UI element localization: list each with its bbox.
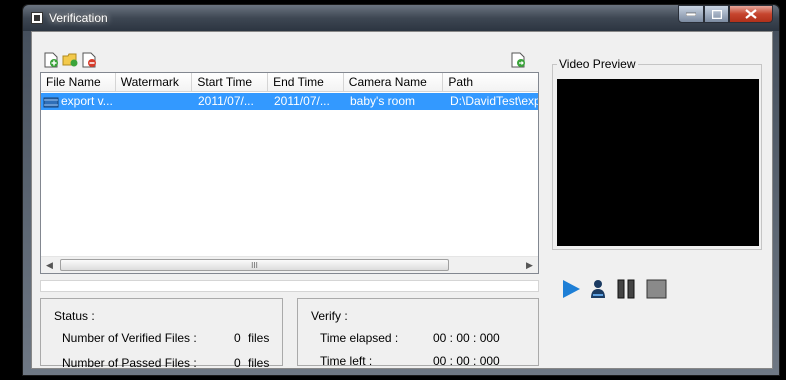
title-bar[interactable]: Verification xyxy=(23,5,779,31)
cell-watermark xyxy=(116,93,193,110)
pause-icon[interactable] xyxy=(617,279,641,302)
export-file-icon[interactable] xyxy=(510,52,526,68)
status-heading: Status : xyxy=(54,309,95,323)
time-left-label: Time left : xyxy=(320,354,373,368)
progress-bar xyxy=(40,280,539,292)
verified-files-value: 0 xyxy=(234,331,241,345)
time-elapsed-label: Time elapsed : xyxy=(320,331,399,345)
passed-files-value: 0 xyxy=(234,356,241,370)
file-list[interactable]: File Name Watermark Start Time End Time … xyxy=(40,72,539,274)
column-header[interactable]: File Name xyxy=(41,73,116,91)
scrollbar-grip: III xyxy=(251,260,258,270)
column-header[interactable]: Watermark xyxy=(116,73,193,91)
client-area: File Name Watermark Start Time End Time … xyxy=(31,31,773,370)
table-header: File Name Watermark Start Time End Time … xyxy=(41,73,538,92)
scroll-right-arrow-icon[interactable]: ▶ xyxy=(521,257,538,274)
maximize-button[interactable] xyxy=(704,5,729,23)
stop-icon[interactable] xyxy=(646,279,668,302)
video-file-icon xyxy=(43,97,59,107)
table-row[interactable]: export v... 2011/07/... 2011/07/... baby… xyxy=(41,93,538,110)
cell-start-time: 2011/07/... xyxy=(198,94,254,108)
verified-files-label: Number of Verified Files : xyxy=(62,331,197,345)
passed-files-label: Number of Passed Files : xyxy=(62,356,197,370)
open-folder-icon[interactable] xyxy=(62,52,78,68)
minimize-button[interactable] xyxy=(678,5,704,23)
cell-camera-name: baby's room xyxy=(350,94,415,108)
video-preview-legend: Video Preview xyxy=(557,57,638,71)
app-icon xyxy=(31,12,43,24)
minimize-icon xyxy=(686,12,696,16)
time-left-value: 00 : 00 : 000 xyxy=(433,354,500,368)
play-icon[interactable] xyxy=(561,279,581,302)
verify-heading: Verify : xyxy=(311,309,348,323)
video-preview-screen xyxy=(557,79,759,246)
add-file-icon[interactable] xyxy=(43,52,59,68)
scroll-left-arrow-icon[interactable]: ◀ xyxy=(41,257,58,274)
cell-path: D:\DavidTest\exp xyxy=(450,94,538,108)
column-header[interactable]: Start Time xyxy=(192,73,269,91)
column-header[interactable]: Path xyxy=(443,73,538,91)
column-header[interactable]: End Time xyxy=(268,73,344,91)
close-icon xyxy=(745,9,757,19)
caption-buttons xyxy=(678,5,773,23)
window-title: Verification xyxy=(49,11,108,25)
column-header[interactable]: Camera Name xyxy=(344,73,444,91)
cell-file-name: export v... xyxy=(41,93,116,110)
verified-files-unit: files xyxy=(248,331,270,345)
verification-window: Verification File Name Watermark Start T… xyxy=(22,4,780,376)
close-button[interactable] xyxy=(729,5,773,23)
scrollbar-thumb[interactable]: III xyxy=(60,259,449,271)
remove-file-icon[interactable] xyxy=(81,52,97,68)
horizontal-scrollbar[interactable]: ◀ III ▶ xyxy=(41,256,538,273)
time-elapsed-value: 00 : 00 : 000 xyxy=(433,331,500,345)
maximize-icon xyxy=(711,9,722,19)
cell-end-time: 2011/07/... xyxy=(274,94,330,108)
passed-files-unit: files xyxy=(248,356,270,370)
user-icon[interactable] xyxy=(590,279,606,302)
